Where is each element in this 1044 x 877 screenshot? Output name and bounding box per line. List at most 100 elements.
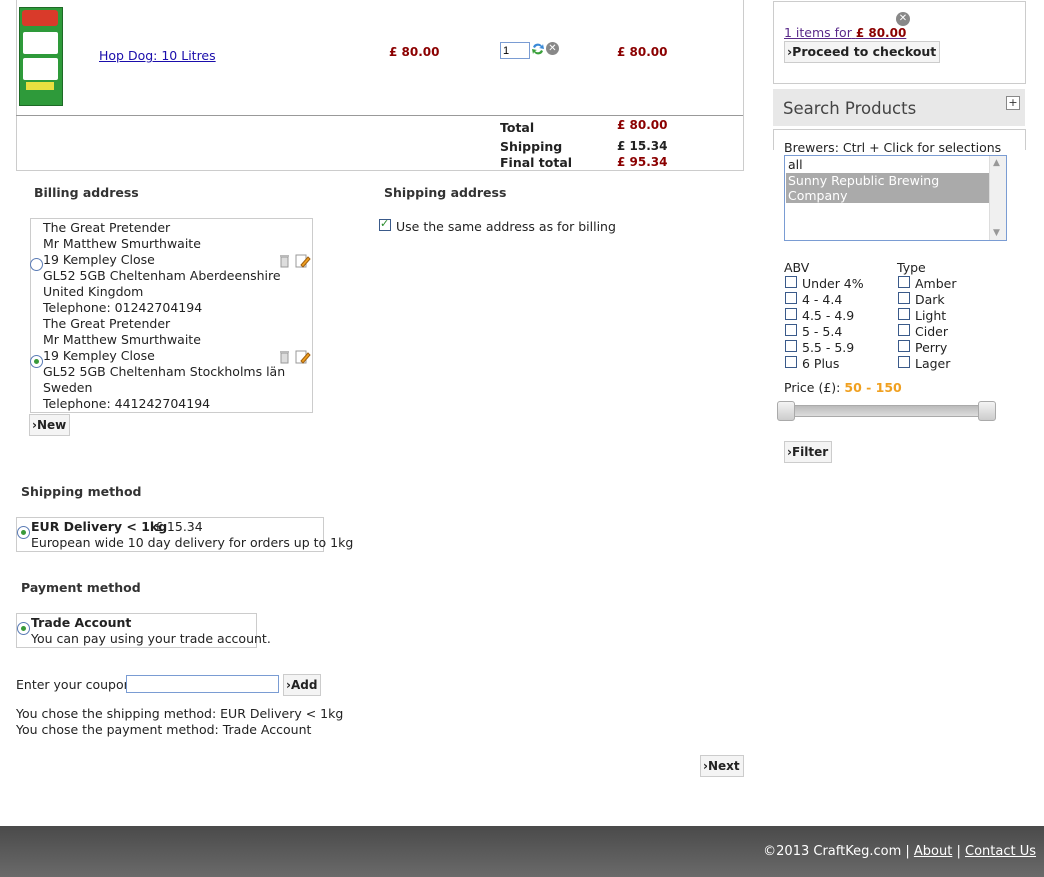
type-checkbox[interactable] xyxy=(898,292,910,304)
line-total: £ 80.00 xyxy=(617,45,668,59)
abv-checkbox[interactable] xyxy=(785,356,797,368)
price-label-text: Price (£): xyxy=(784,380,841,395)
refresh-icon[interactable] xyxy=(531,42,545,56)
search-products-title: Search Products xyxy=(783,99,917,118)
product-thumbnail[interactable] xyxy=(19,7,63,106)
summary-shipping: You chose the shipping method: EUR Deliv… xyxy=(16,706,344,721)
address-line: Telephone: 01242704194 xyxy=(43,300,203,315)
type-checkbox[interactable] xyxy=(898,324,910,336)
abv-label: 5.5 - 5.9 xyxy=(802,340,855,355)
quantity-input[interactable] xyxy=(500,42,530,59)
address-line: Telephone: 441242704194 xyxy=(43,396,211,411)
abv-label: 5 - 5.4 xyxy=(802,324,843,339)
address-line: United Kingdom xyxy=(43,284,144,299)
address-line: The Great Pretender xyxy=(43,316,171,331)
abv-checkbox[interactable] xyxy=(785,276,797,288)
price-slider-track[interactable] xyxy=(784,405,992,417)
filter-button[interactable]: ›Filter xyxy=(784,441,833,463)
shipping-method-title: Shipping method xyxy=(21,484,142,499)
abv-title: ABV xyxy=(784,260,810,275)
type-label: Cider xyxy=(915,324,948,339)
address-line: Mr Matthew Smurthwaite xyxy=(43,332,201,347)
delete-address-icon[interactable] xyxy=(278,350,291,364)
totals-value-total: £ 80.00 xyxy=(617,118,668,132)
type-label: Lager xyxy=(915,356,951,371)
price-label: Price (£): 50 - 150 xyxy=(784,380,902,395)
contact-link[interactable]: Contact Us xyxy=(965,844,1036,859)
footer-text: ©2013 CraftKeg.com | About | Contact Us xyxy=(763,844,1036,859)
brewers-scrollbar[interactable]: ▲ ▼ xyxy=(989,156,1006,240)
product-link[interactable]: Hop Dog: 10 Litres xyxy=(99,48,216,63)
totals-label-final: Final total xyxy=(500,155,573,170)
unit-price: £ 80.00 xyxy=(389,45,440,59)
shipping-option-price: £ 15.34 xyxy=(155,519,203,534)
address-line: Sweden xyxy=(43,380,93,395)
abv-label: 4 - 4.4 xyxy=(802,292,843,307)
abv-checkbox[interactable] xyxy=(785,324,797,336)
edit-address-icon[interactable] xyxy=(295,254,311,268)
type-checkbox[interactable] xyxy=(898,276,910,288)
shipping-option-name: EUR Delivery < 1kg xyxy=(31,519,168,534)
summary-payment: You chose the payment method: Trade Acco… xyxy=(16,722,312,737)
abv-label: 4.5 - 4.9 xyxy=(802,308,855,323)
same-as-billing-checkbox[interactable] xyxy=(379,217,391,231)
address-line: 19 Kempley Close xyxy=(43,348,155,363)
type-label: Dark xyxy=(915,292,945,307)
next-button[interactable]: ›Next xyxy=(700,755,744,777)
type-checkbox[interactable] xyxy=(898,356,910,368)
remove-item-icon[interactable]: ✕ xyxy=(546,42,559,55)
mini-cart-close-icon[interactable]: ✕ xyxy=(896,12,910,26)
edit-address-icon[interactable] xyxy=(295,350,311,364)
address-line: The Great Pretender xyxy=(43,220,171,235)
expand-icon[interactable]: + xyxy=(1006,96,1020,110)
price-range-value: 50 - 150 xyxy=(844,380,902,395)
type-checkbox[interactable] xyxy=(898,340,910,352)
about-link[interactable]: About xyxy=(914,844,952,859)
same-as-billing-label: Use the same address as for billing xyxy=(396,219,616,234)
add-coupon-button[interactable]: ›Add xyxy=(283,674,322,696)
address-line: GL52 5GB Cheltenham Stockholms län xyxy=(43,364,286,379)
shipping-option-desc: European wide 10 day delivery for orders… xyxy=(31,535,354,550)
payment-option-radio[interactable] xyxy=(17,622,30,635)
delete-address-icon[interactable] xyxy=(278,254,291,268)
coupon-label: Enter your coupon xyxy=(16,677,132,692)
type-label: Light xyxy=(915,308,947,323)
type-label: Perry xyxy=(915,340,948,355)
chevron-up-icon[interactable]: ▲ xyxy=(993,158,1000,168)
type-label: Amber xyxy=(915,276,957,291)
coupon-input[interactable] xyxy=(126,675,279,693)
cart-divider xyxy=(16,115,743,116)
billing-title: Billing address xyxy=(34,185,139,200)
price-slider-max-handle[interactable] xyxy=(978,401,996,421)
copyright: ©2013 CraftKeg.com | xyxy=(763,844,910,859)
totals-label-shipping: Shipping xyxy=(500,139,563,154)
abv-checkbox[interactable] xyxy=(785,292,797,304)
shipping-address-title: Shipping address xyxy=(384,185,507,200)
mini-cart-total: £ 80.00 xyxy=(855,26,907,40)
brewers-label: Brewers: Ctrl + Click for selections xyxy=(784,140,1002,155)
footer-separator: | xyxy=(956,844,961,859)
brewer-option-selected[interactable]: Sunny Republic Brewing Company xyxy=(786,173,990,203)
shipping-option-radio[interactable] xyxy=(17,526,30,539)
chevron-down-icon[interactable]: ▼ xyxy=(993,228,1000,238)
billing-address-radio-2[interactable] xyxy=(30,355,43,368)
payment-option-desc: You can pay using your trade account. xyxy=(31,631,271,646)
type-title: Type xyxy=(897,260,926,275)
payment-method-title: Payment method xyxy=(21,580,141,595)
totals-label-total: Total xyxy=(500,120,535,135)
abv-label: Under 4% xyxy=(802,276,864,291)
type-checkbox[interactable] xyxy=(898,308,910,320)
proceed-to-checkout-button[interactable]: ›Proceed to checkout xyxy=(784,41,941,63)
abv-checkbox[interactable] xyxy=(785,308,797,320)
address-line: Mr Matthew Smurthwaite xyxy=(43,236,201,251)
brewer-option[interactable]: all xyxy=(788,157,803,172)
price-slider-min-handle[interactable] xyxy=(777,401,795,421)
new-address-button[interactable]: ›New xyxy=(29,414,71,436)
payment-option-name: Trade Account xyxy=(31,615,132,630)
abv-checkbox[interactable] xyxy=(785,340,797,352)
mini-cart-items-link[interactable]: 1 items for £ 80.00 xyxy=(784,25,906,40)
brewers-select[interactable]: all Sunny Republic Brewing Company ▲ ▼ xyxy=(784,155,1007,241)
totals-value-final: £ 95.34 xyxy=(617,155,668,169)
footer: ©2013 CraftKeg.com | About | Contact Us xyxy=(0,826,1044,877)
billing-address-radio-1[interactable] xyxy=(30,258,43,271)
